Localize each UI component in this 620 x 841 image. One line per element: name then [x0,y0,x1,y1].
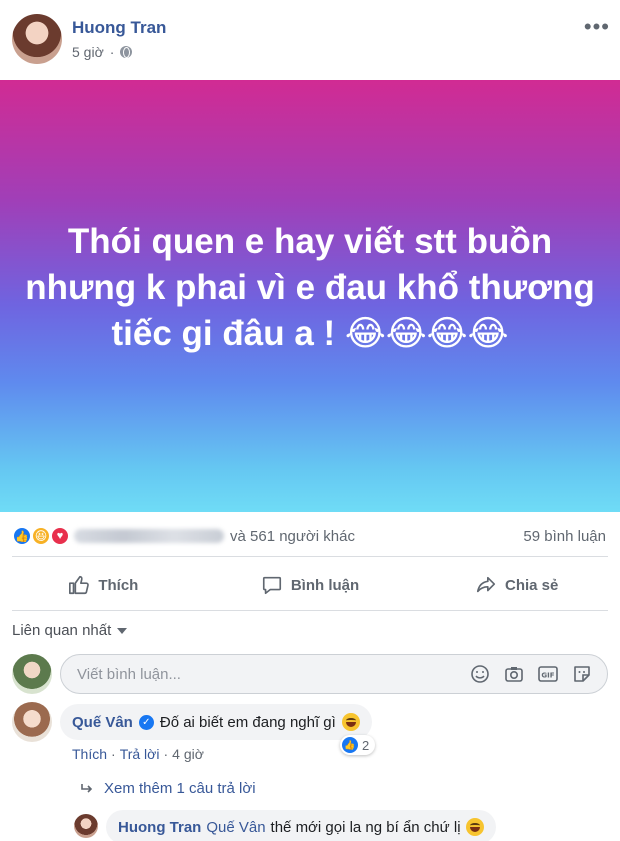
post-meta: 5 giờ · [72,44,133,60]
reply-text: thế mới gọi la ng bí ẩn chứ lị [270,818,461,836]
post-header: Huong Tran 5 giờ · ••• [0,0,620,80]
author-name[interactable]: Huong Tran [72,18,166,38]
separator: · [163,746,169,762]
share-label: Chia sẻ [505,576,559,594]
divider [12,556,608,557]
comment-label: Bình luận [290,576,360,594]
reactions-summary: 👍 😆 ♥ và 561 người khác 59 bình luận [0,516,620,556]
post-time[interactable]: 5 giờ [72,44,104,60]
love-icon[interactable]: ♥ [50,526,70,546]
comment-reactions[interactable]: 👍 2 [340,735,376,755]
reply-mention[interactable]: Quế Vân [206,819,265,836]
post-background: Thói quen e hay viết stt buồn nhưng k ph… [0,80,620,512]
comments-count[interactable]: 59 bình luận [523,528,606,545]
comment-bubble: Quế Vân ✓ Đố ai biết em đang nghĩ gì [60,704,372,740]
reply-bubble: Huong Tran Quế Vân thế mới gọi la ng bí … [106,810,496,841]
post-actions: Thích Bình luận Chia sẻ [0,562,620,608]
share-icon [476,576,496,593]
blurred-reactor-name[interactable] [74,529,224,543]
comment-reaction-count: 2 [362,737,370,753]
comment-reply-link[interactable]: Trả lời [120,746,160,762]
comment-time[interactable]: 4 giờ [172,746,204,762]
comment-input[interactable]: Viết bình luận... GIF [60,654,608,694]
comment-author[interactable]: Quế Vân [72,714,133,731]
comment-text: Đố ai biết em đang nghĩ gì [159,713,336,731]
rofl-emoji-icon [341,713,360,731]
comment-sort-dropdown[interactable]: Liên quan nhất [12,622,128,639]
separator: · [109,44,115,60]
thumbs-up-icon [69,575,90,595]
divider [12,610,608,611]
see-more-replies[interactable]: Xem thêm 1 câu trả lời [80,780,256,797]
more-options-icon[interactable]: ••• [584,14,610,40]
comment-actions: Thích · Trả lời · 4 giờ [72,746,204,762]
composer-avatar[interactable] [12,654,52,694]
emoji-icon[interactable] [469,663,491,685]
gif-icon[interactable]: GIF [537,663,559,685]
like-button[interactable]: Thích [0,562,207,608]
share-button[interactable]: Chia sẻ [413,562,620,608]
verified-badge-icon: ✓ [138,714,154,730]
comment-icon [262,576,281,595]
smile-emoji-icon [465,818,484,836]
haha-icon[interactable]: 😆 [31,526,51,546]
commenter-avatar[interactable] [12,702,52,742]
post-text: Thói quen e hay viết stt buồn nhưng k ph… [25,222,595,353]
reply-arrow-icon [81,783,93,793]
comment-like-link[interactable]: Thích [72,746,107,762]
caret-down-icon [117,627,128,634]
sticker-icon[interactable] [571,663,593,685]
separator: · [111,746,116,762]
globe-icon[interactable] [120,46,133,58]
reactions-text[interactable]: và 561 người khác [230,528,355,545]
see-more-label: Xem thêm 1 câu trả lời [104,780,256,797]
composer-tools: GIF [469,663,593,685]
reply-author[interactable]: Huong Tran [118,819,201,836]
comment-button[interactable]: Bình luận [207,562,414,608]
like-icon: 👍 [342,737,358,753]
camera-icon[interactable] [503,663,525,685]
svg-text:GIF: GIF [541,672,554,680]
like-label: Thích [98,576,139,594]
like-icon[interactable]: 👍 [12,526,32,546]
reply-avatar[interactable] [74,814,98,838]
sort-label: Liên quan nhất [12,622,112,639]
comment-placeholder: Viết bình luận... [77,666,181,683]
author-avatar[interactable] [12,14,62,64]
